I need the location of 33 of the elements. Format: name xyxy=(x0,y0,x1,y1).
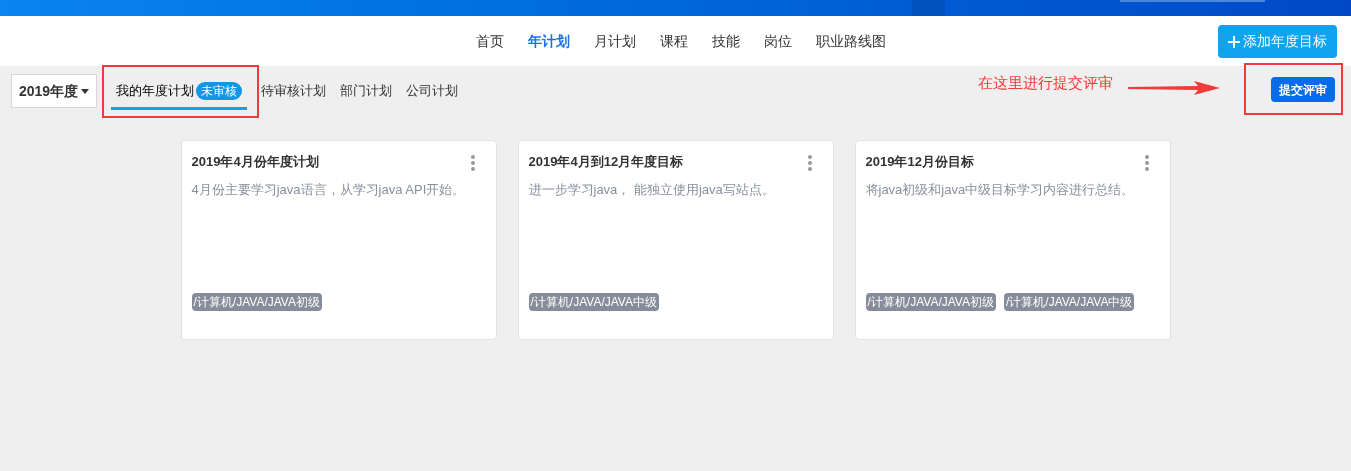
more-icon[interactable] xyxy=(470,155,475,171)
tab[interactable]: 我的年度计划 未审核 xyxy=(111,72,247,110)
year-dropdown[interactable]: 2019年度 xyxy=(11,74,97,108)
submit-review-button[interactable]: 提交评审 xyxy=(1271,77,1335,102)
more-icon[interactable] xyxy=(1144,155,1149,171)
nav-link[interactable]: 岗位 xyxy=(763,30,792,52)
nav-link[interactable]: 月计划 xyxy=(593,30,636,52)
category-tag: /计算机/JAVA/JAVA初级 xyxy=(191,293,322,311)
card-title: 2019年4月到12月年度目标 xyxy=(528,153,684,171)
nav-link[interactable]: 职业路线图 xyxy=(815,30,886,52)
category-tag: /计算机/JAVA/JAVA中级 xyxy=(1003,293,1135,311)
card-description: 4月份主要学习java语言，从学习java API开始。 xyxy=(191,180,467,199)
category-tag: /计算机/JAVA/JAVA初级 xyxy=(865,293,996,311)
status-badge: 未审核 xyxy=(196,82,242,100)
plan-card[interactable]: 2019年4月份年度计划 4月份主要学习java语言，从学习java API开始。 /计算机/JAVA/JAVA初级 xyxy=(180,140,497,340)
category-tag: /计算机/JAVA/JAVA中级 xyxy=(528,293,659,311)
plus-icon xyxy=(1228,35,1240,48)
nav-link[interactable]: 课程 xyxy=(659,30,688,52)
card-title: 2019年4月份年度计划 xyxy=(191,153,319,171)
annotation-text: 在这里进行提交评审 xyxy=(978,73,1113,93)
nav-link[interactable]: 年计划 xyxy=(527,30,570,52)
tab[interactable]: 公司计划 xyxy=(406,72,458,110)
nav-link[interactable]: 首页 xyxy=(475,30,504,52)
nav-link[interactable]: 技能 xyxy=(711,30,740,52)
card-description: 将java初级和java中级目标学习内容进行总结。 xyxy=(865,180,1136,199)
caret-icon xyxy=(81,88,90,94)
tab[interactable]: 待审核计划 xyxy=(261,72,326,110)
more-icon[interactable] xyxy=(807,155,812,171)
card-description: 进一步学习java， 能独立使用java写站点。 xyxy=(528,180,776,199)
plan-card[interactable]: 2019年12月份目标 将java初级和java中级目标学习内容进行总结。 /计算机/JAVA/JAVA初级 /计算机/JAVA/JAVA中级 xyxy=(854,140,1171,340)
card-title: 2019年12月份目标 xyxy=(865,153,974,171)
plan-card[interactable]: 2019年4月到12月年度目标 进一步学习java， 能独立使用java写站点。 /计算机/JAVA/JAVA中级 xyxy=(517,140,834,340)
tab[interactable]: 部门计划 xyxy=(340,72,392,110)
